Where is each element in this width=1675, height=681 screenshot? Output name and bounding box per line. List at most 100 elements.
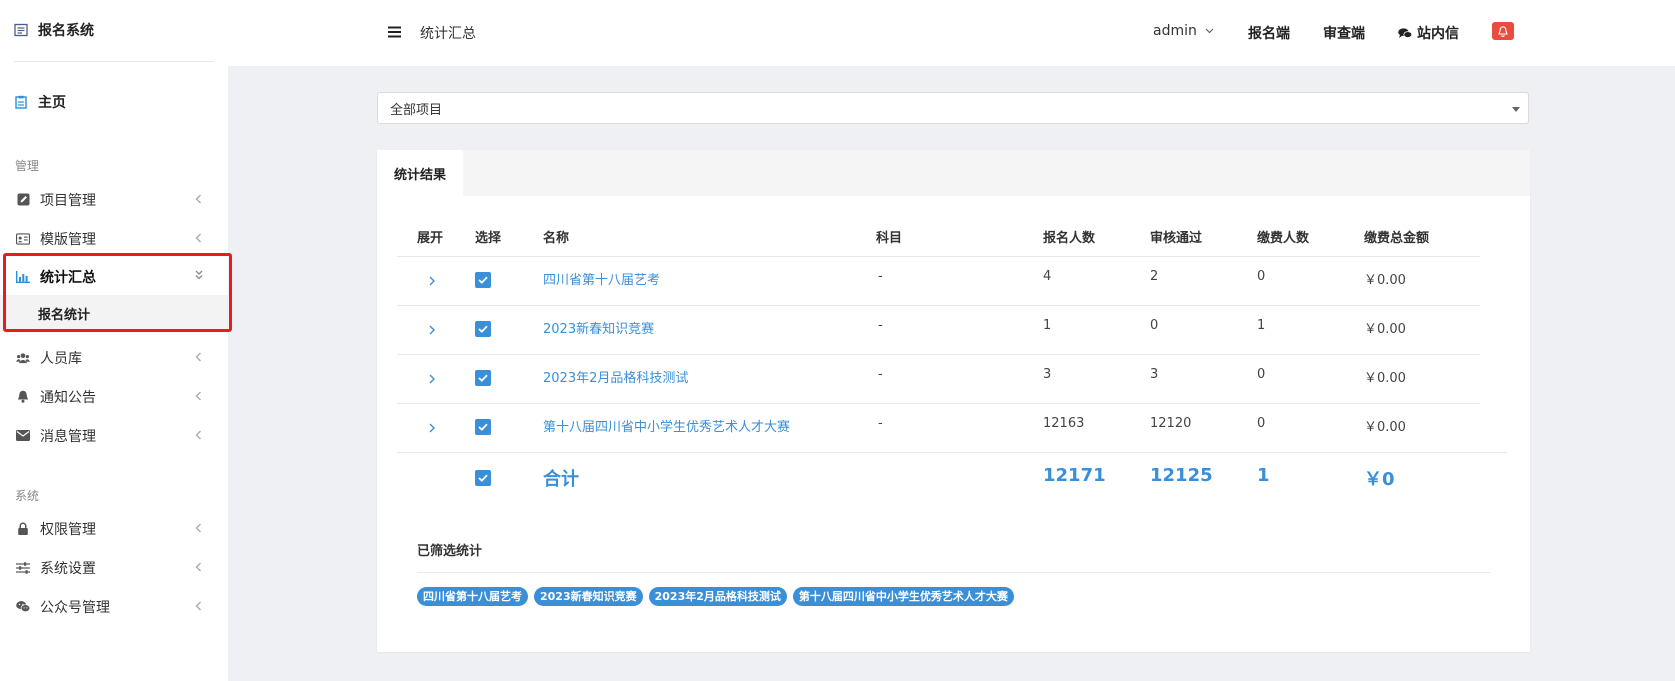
column-header-paid: 缴费人数 — [1257, 231, 1310, 246]
caret-down-icon — [1512, 107, 1520, 112]
sidebar-item-wechat[interactable]: 公众号管理 — [0, 587, 228, 626]
chevron-left-icon — [195, 523, 201, 533]
sidebar-item-label: 主页 — [38, 95, 66, 111]
cell-amount: ￥0.00 — [1364, 322, 1406, 337]
page-title: 统计汇总 — [420, 26, 476, 42]
section-label-system: 系统 — [15, 489, 40, 503]
chevron-right-icon[interactable] — [428, 373, 436, 385]
chevron-left-icon — [195, 233, 201, 243]
top-bar: 统计汇总 admin 报名端 审查端 站内信 — [228, 0, 1675, 66]
tab-statistics-result[interactable]: 统计结果 — [377, 150, 463, 196]
column-header-amount: 缴费总金额 — [1364, 231, 1430, 246]
row-divider — [397, 305, 1480, 306]
cell-subject: - — [878, 269, 883, 284]
row-checkbox[interactable] — [475, 419, 491, 435]
cell-registered: 1 — [1043, 318, 1052, 333]
project-select[interactable]: 全部项目 — [377, 92, 1529, 124]
sidebar-item-permissions[interactable]: 权限管理 — [0, 509, 228, 548]
sidebar-item-notices[interactable]: 通知公告 — [0, 377, 228, 416]
check-icon — [478, 423, 488, 431]
chevron-right-icon[interactable] — [428, 422, 436, 434]
sidebar-item-label: 公众号管理 — [40, 599, 110, 616]
cell-subject: - — [878, 416, 883, 431]
row-checkbox[interactable] — [475, 321, 491, 337]
total-paid: 1 — [1257, 465, 1270, 486]
cell-subject: - — [878, 318, 883, 333]
sidebar-item-templates[interactable]: 模版管理 — [0, 219, 228, 258]
project-name-link[interactable]: 2023年2月品格科技测试 — [543, 367, 688, 386]
bar-chart-icon — [16, 270, 30, 284]
sidebar: 报名系统 主页 管理 项目管理 模版管理 统计汇总 报名统计 人员库 通知公告 … — [0, 0, 232, 681]
envelope-icon — [16, 429, 30, 443]
cell-amount: ￥0.00 — [1364, 371, 1406, 386]
sidebar-item-label: 统计汇总 — [40, 269, 96, 286]
sidebar-item-label: 消息管理 — [40, 428, 96, 445]
chevron-down-icon — [1205, 28, 1214, 34]
cell-paid: 0 — [1257, 416, 1266, 431]
inbox-link[interactable]: 站内信 — [1398, 23, 1459, 43]
user-name: admin — [1153, 23, 1197, 39]
sidebar-item-projects[interactable]: 项目管理 — [0, 180, 228, 219]
chevron-left-icon — [195, 194, 201, 204]
filter-tag[interactable]: 2023年2月品格科技测试 — [648, 587, 787, 606]
sidebar-subitem-signup-stats[interactable]: 报名统计 — [0, 295, 228, 331]
sidebar-item-messages[interactable]: 消息管理 — [0, 416, 228, 455]
filter-tag[interactable]: 2023新春知识竞赛 — [534, 587, 643, 606]
filter-tag[interactable]: 第十八届四川省中小学生优秀艺术人才大赛 — [792, 587, 1014, 606]
review-portal-link[interactable]: 审查端 — [1323, 23, 1365, 43]
sidebar-item-label: 权限管理 — [40, 521, 96, 538]
signup-portal-link[interactable]: 报名端 — [1248, 23, 1290, 43]
cell-approved: 0 — [1150, 318, 1159, 333]
cell-registered: 3 — [1043, 367, 1052, 382]
project-name-link[interactable]: 四川省第十八届艺考 — [543, 269, 660, 288]
user-menu[interactable]: admin — [1153, 23, 1214, 39]
hamburger-menu-icon[interactable] — [388, 26, 401, 38]
panel-header — [377, 150, 1530, 196]
check-icon — [478, 276, 488, 284]
id-card-icon — [16, 232, 30, 246]
column-header-registered: 报名人数 — [1043, 231, 1096, 246]
chevron-double-down-icon — [195, 270, 203, 280]
project-name-link[interactable]: 2023新春知识竞赛 — [543, 318, 654, 337]
cell-approved: 12120 — [1150, 416, 1192, 431]
notification-button[interactable] — [1492, 22, 1514, 40]
users-icon — [16, 351, 30, 365]
total-approved: 12125 — [1150, 465, 1213, 486]
wechat-icon — [16, 600, 30, 614]
statistics-panel: 统计结果 展开 选择 名称 科目 报名人数 审核通过 缴费人数 缴费总金额 四川… — [377, 150, 1530, 652]
cell-approved: 3 — [1150, 367, 1159, 382]
clipboard-icon — [15, 95, 27, 109]
sidebar-item-label: 通知公告 — [40, 389, 96, 406]
sidebar-item-settings[interactable]: 系统设置 — [0, 548, 228, 587]
sidebar-item-home[interactable]: 主页 — [14, 92, 66, 112]
chevron-left-icon — [195, 430, 201, 440]
column-header-subject: 科目 — [876, 231, 903, 246]
section-label-manage: 管理 — [15, 159, 40, 173]
calendar-list-icon — [14, 23, 28, 37]
column-header-expand: 展开 — [417, 231, 444, 246]
cell-paid: 1 — [1257, 318, 1266, 333]
cell-paid: 0 — [1257, 269, 1266, 284]
row-checkbox[interactable] — [475, 272, 491, 288]
cell-amount: ￥0.00 — [1364, 273, 1406, 288]
project-name-link[interactable]: 第十八届四川省中小学生优秀艺术人才大赛 — [543, 416, 790, 435]
sidebar-item-statistics[interactable]: 统计汇总 — [0, 257, 228, 296]
filtered-stats-title: 已筛选统计 — [417, 544, 483, 559]
row-divider — [397, 452, 1507, 453]
row-divider — [397, 354, 1480, 355]
filtered-tags: 四川省第十八届艺考 2023新春知识竞赛 2023年2月品格科技测试 第十八届四… — [417, 587, 1014, 606]
chevron-left-icon — [195, 601, 201, 611]
chevron-left-icon — [195, 562, 201, 572]
total-amount: ￥0 — [1364, 469, 1395, 490]
filter-tag[interactable]: 四川省第十八届艺考 — [417, 587, 528, 606]
chevron-left-icon — [195, 352, 201, 362]
select-all-checkbox[interactable] — [475, 470, 491, 486]
cell-registered: 12163 — [1043, 416, 1085, 431]
row-checkbox[interactable] — [475, 370, 491, 386]
chevron-right-icon[interactable] — [428, 275, 436, 287]
cell-approved: 2 — [1150, 269, 1159, 284]
sidebar-item-personnel[interactable]: 人员库 — [0, 338, 228, 377]
row-divider — [397, 403, 1480, 404]
column-header-select: 选择 — [475, 231, 502, 246]
chevron-right-icon[interactable] — [428, 324, 436, 336]
